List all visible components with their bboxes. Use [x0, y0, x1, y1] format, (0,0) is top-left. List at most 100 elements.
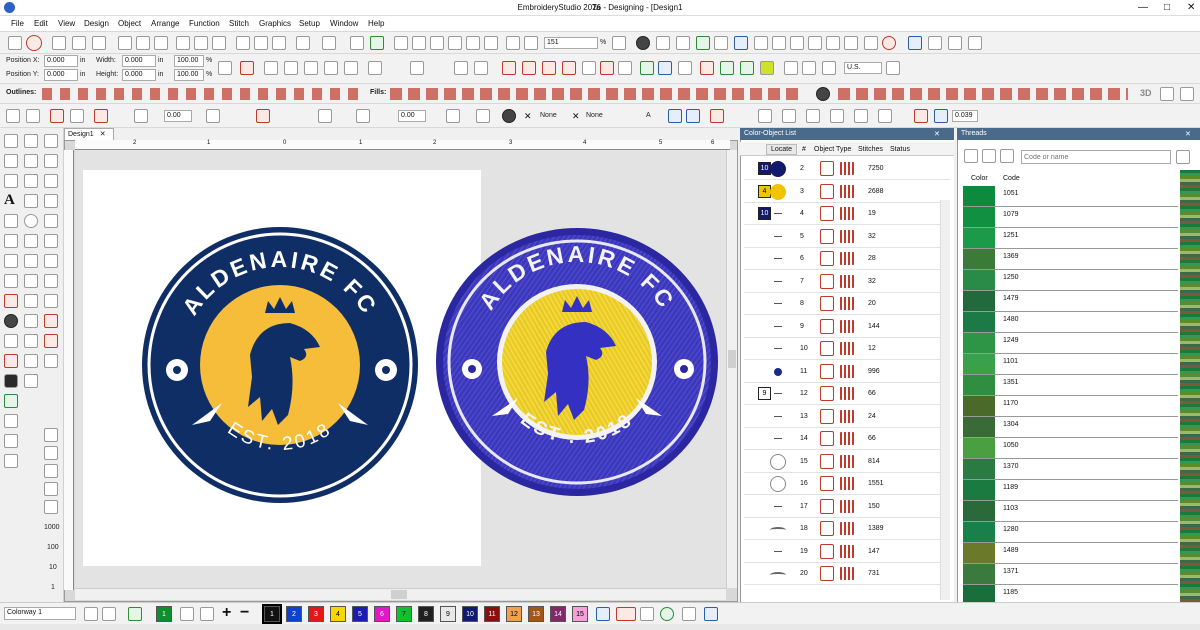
color-object-row[interactable]: 10 12 — [744, 338, 950, 360]
mirror-h-icon[interactable] — [264, 61, 278, 75]
step-e-icon[interactable] — [44, 500, 58, 514]
arrow-v-icon[interactable] — [26, 109, 40, 123]
arrow-h-icon[interactable] — [6, 109, 20, 123]
align-icon[interactable] — [344, 61, 358, 75]
jump-10-label[interactable]: 10 — [49, 564, 57, 571]
menu-function[interactable]: Function — [189, 19, 220, 28]
undo-icon[interactable] — [296, 36, 310, 50]
colorway-select[interactable]: Colorway 1 — [4, 607, 76, 620]
angle-field[interactable]: 0.00 — [164, 110, 192, 122]
stamp-icon[interactable] — [44, 354, 58, 368]
stitch-length-icon[interactable] — [356, 109, 370, 123]
star-icon[interactable] — [678, 61, 692, 75]
wand-icon[interactable] — [72, 36, 86, 50]
travel-next-icon[interactable] — [448, 36, 462, 50]
remove-overlap-icon[interactable] — [24, 334, 38, 348]
palette-color-chip[interactable]: 5 — [352, 606, 368, 622]
colorway-palette-icon[interactable] — [102, 607, 116, 621]
travel-first-icon[interactable] — [394, 36, 408, 50]
stitch-count-field[interactable]: 151 — [544, 37, 598, 49]
menu-setup[interactable]: Setup — [299, 19, 320, 28]
paint-bucket-icon[interactable] — [200, 607, 214, 621]
puzzle-icon[interactable] — [658, 61, 672, 75]
thread-row[interactable]: 1101 — [963, 354, 1178, 375]
palette-color-chip[interactable]: 10 — [462, 606, 478, 622]
thread-row[interactable]: 1051 — [963, 186, 1178, 207]
zigzag-icon[interactable] — [50, 109, 64, 123]
fork-icon[interactable] — [618, 61, 632, 75]
travel-forward-icon[interactable] — [466, 36, 480, 50]
embroidered-logo-preview[interactable]: ALDENAIRE FC EST . 2018 — [434, 226, 720, 498]
color-object-row[interactable]: 11 996 — [744, 361, 950, 383]
palette-color-chip[interactable]: 8 — [418, 606, 434, 622]
tools-icon[interactable] — [8, 36, 22, 50]
color-object-row[interactable]: 15 814 — [744, 451, 950, 473]
3d-label[interactable]: 3D — [1140, 88, 1152, 98]
palette-color-chip[interactable]: 2 — [286, 606, 302, 622]
frame-icon[interactable] — [844, 36, 858, 50]
color-object-row[interactable]: 7 32 — [744, 271, 950, 293]
thread-row[interactable]: 1250 — [963, 270, 1178, 291]
shape-blue-icon[interactable] — [934, 109, 948, 123]
shape-f-icon[interactable] — [878, 109, 892, 123]
jump-100-label[interactable]: 100 — [47, 544, 59, 551]
leaf-icon[interactable] — [542, 61, 556, 75]
locate-button[interactable]: Locate — [766, 144, 798, 155]
cube-icon[interactable] — [682, 607, 696, 621]
region-select[interactable]: U.S. — [844, 62, 882, 74]
column-b-icon[interactable] — [24, 274, 38, 288]
color-wheel-icon[interactable] — [660, 607, 674, 621]
height-field[interactable]: 0.000 — [122, 69, 156, 81]
color-object-row[interactable]: 8 20 — [744, 293, 950, 315]
thread-row[interactable]: 1170 — [963, 396, 1178, 417]
spiral-icon[interactable] — [24, 294, 38, 308]
rotate-cw-icon[interactable] — [410, 61, 424, 75]
length-field[interactable]: 0.00 — [398, 110, 426, 122]
shape-d-icon[interactable] — [830, 109, 844, 123]
complex-fill-icon[interactable] — [4, 294, 18, 308]
remove-color-button[interactable]: − — [240, 604, 249, 622]
position-x-field[interactable]: 0.000 — [44, 55, 78, 67]
threads-search-input[interactable] — [1021, 150, 1171, 164]
thread-row[interactable]: 1369 — [963, 249, 1178, 270]
nodes-icon[interactable] — [318, 109, 332, 123]
print-preview-icon[interactable] — [212, 36, 226, 50]
diamond-icon[interactable] — [4, 254, 18, 268]
close-tab-icon[interactable]: ✕ — [100, 131, 106, 138]
thread-row[interactable]: 1251 — [963, 228, 1178, 249]
color-object-row[interactable]: 20 731 — [744, 563, 950, 585]
picture-icon[interactable] — [640, 61, 654, 75]
thread-row[interactable]: 1189 — [963, 480, 1178, 501]
save-icon[interactable] — [176, 36, 190, 50]
threads-palette-icon[interactable] — [964, 149, 978, 163]
ruler-icon[interactable] — [754, 36, 768, 50]
vertical-scrollbar[interactable] — [726, 150, 737, 588]
heart-icon[interactable] — [24, 234, 38, 248]
wilcom-web-icon[interactable] — [882, 36, 896, 50]
palette-color-chip[interactable]: 13 — [528, 606, 544, 622]
menu-edit[interactable]: Edit — [34, 19, 48, 28]
color-object-row[interactable]: 13 24 — [744, 406, 950, 428]
lemon-icon[interactable] — [760, 61, 774, 75]
names-icon[interactable] — [44, 214, 58, 228]
menu-help[interactable]: Help — [368, 19, 384, 28]
needle-tool-icon[interactable] — [4, 454, 18, 468]
thread-row[interactable]: 1249 — [963, 333, 1178, 354]
grid-b-icon[interactable] — [802, 61, 816, 75]
travel-stitch-icon[interactable] — [506, 36, 520, 50]
balloon-icon[interactable] — [52, 36, 66, 50]
palette-color-chip[interactable]: 15 — [572, 606, 588, 622]
monitor-icon[interactable] — [908, 36, 922, 50]
layers-icon[interactable] — [864, 36, 878, 50]
palette-color-chip[interactable]: 11 — [484, 606, 500, 622]
teamname-icon[interactable] — [4, 234, 18, 248]
bezier-icon[interactable] — [24, 174, 38, 188]
palette-color-chip[interactable]: 6 — [374, 606, 390, 622]
palette-color-chip[interactable]: 14 — [550, 606, 566, 622]
thread-row[interactable]: 1489 — [963, 543, 1178, 564]
ruler-tool-icon[interactable] — [4, 414, 18, 428]
zoom-box-icon[interactable] — [612, 36, 626, 50]
threads-grid-icon[interactable] — [1000, 149, 1014, 163]
rotate-icon[interactable] — [324, 61, 338, 75]
thread-row[interactable]: 1103 — [963, 501, 1178, 522]
